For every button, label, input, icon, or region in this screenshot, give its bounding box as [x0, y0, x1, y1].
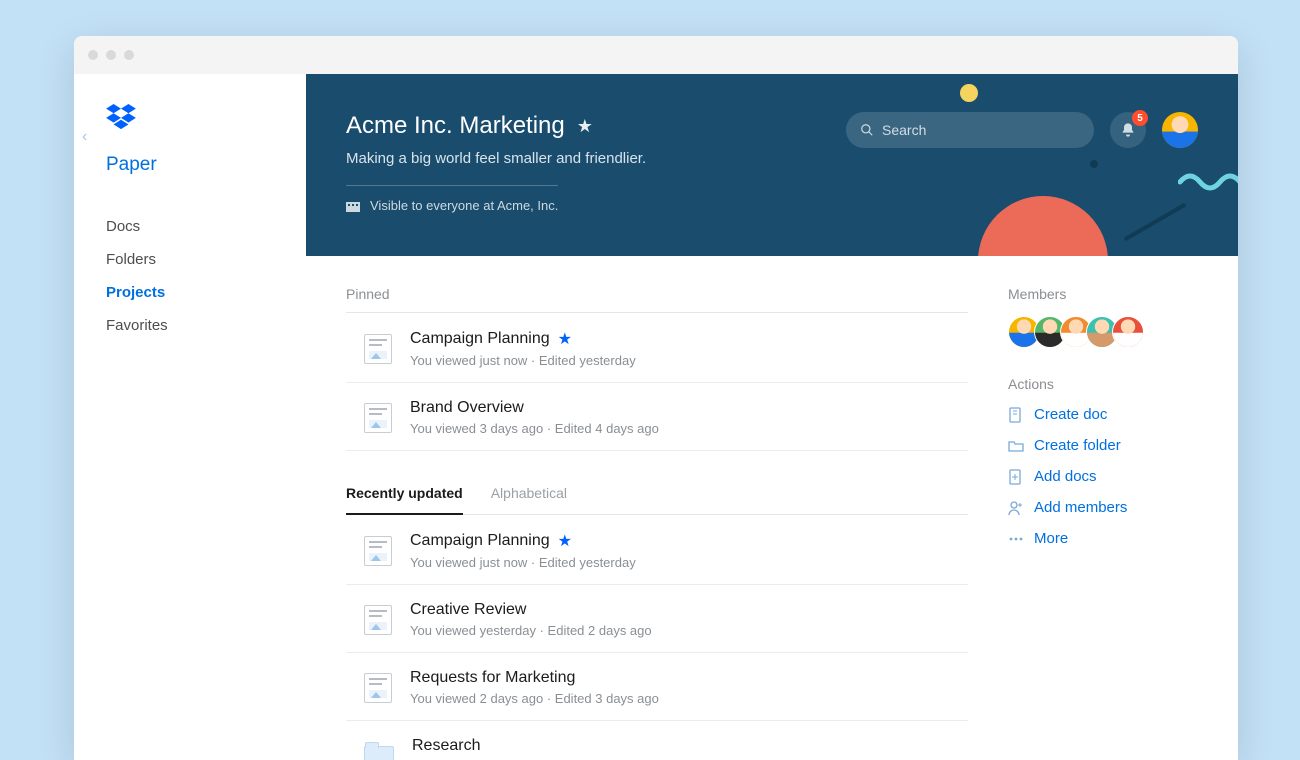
action-create-doc[interactable]: Create doc	[1008, 406, 1208, 423]
doc-meta-text: You viewed 3 days ago · Edited 4 days ag…	[410, 421, 659, 436]
decor-line-icon	[1124, 203, 1187, 241]
notifications-badge: 5	[1132, 110, 1148, 126]
doc-title: Campaign Planning	[410, 532, 550, 550]
sidebar-item-docs[interactable]: Docs	[106, 210, 282, 243]
doc-meta-text: You viewed yesterday · Edited 2 days ago	[410, 623, 652, 638]
recent-doc-item[interactable]: Campaign Planning ★ You viewed just now …	[346, 515, 968, 585]
project-visibility-text: Visible to everyone at Acme, Inc.	[370, 198, 558, 213]
project-hero: Acme Inc. Marketing ★ Making a big world…	[306, 74, 1238, 256]
sidebar: ‹ Paper Docs Folders Projects Favorites	[74, 74, 306, 760]
action-label: Create doc	[1034, 406, 1107, 423]
pinned-doc-item[interactable]: Brand Overview You viewed 3 days ago · E…	[346, 383, 968, 451]
doc-meta-text: You viewed just now · Edited yesterday	[410, 555, 636, 570]
building-icon	[346, 200, 360, 212]
dropbox-logo-icon[interactable]	[106, 104, 136, 130]
notifications-button[interactable]: 5	[1110, 112, 1146, 148]
doc-icon	[364, 673, 392, 703]
tab-recently-updated[interactable]: Recently updated	[346, 485, 463, 515]
decor-wave-icon	[1178, 170, 1238, 192]
doc-title: Creative Review	[410, 601, 526, 619]
doc-title: Requests for Marketing	[410, 669, 575, 687]
action-label: Create folder	[1034, 437, 1121, 454]
traffic-light-zoom[interactable]	[124, 50, 134, 60]
doc-title: Brand Overview	[410, 399, 524, 417]
actions-label: Actions	[1008, 376, 1208, 392]
project-title: Acme Inc. Marketing	[346, 112, 565, 140]
decor-circle-icon	[978, 196, 1108, 256]
doc-icon	[364, 605, 392, 635]
decor-dot-small-icon	[1090, 160, 1098, 168]
doc-meta-text: You viewed 2 days ago · Edited 3 days ag…	[410, 691, 659, 706]
back-caret-icon[interactable]: ‹	[82, 128, 87, 146]
action-label: Add docs	[1034, 468, 1097, 485]
action-add-docs[interactable]: Add docs	[1008, 468, 1208, 485]
recent-doc-item[interactable]: Creative Review You viewed yesterday · E…	[346, 585, 968, 653]
action-create-folder[interactable]: Create folder	[1008, 437, 1208, 454]
project-description: Making a big world feel smaller and frie…	[346, 150, 1198, 167]
star-filled-icon[interactable]: ★	[558, 329, 572, 349]
pinned-section-label: Pinned	[346, 286, 968, 302]
members-label: Members	[1008, 286, 1208, 302]
person-plus-icon	[1008, 500, 1024, 516]
member-avatars[interactable]	[1008, 316, 1208, 348]
doc-icon	[364, 536, 392, 566]
doc-icon	[364, 403, 392, 433]
app-brand[interactable]: Paper	[106, 154, 282, 176]
document-list-panel: Pinned Campaign Planning ★ You viewed ju…	[306, 256, 1008, 760]
tab-alphabetical[interactable]: Alphabetical	[491, 485, 567, 514]
browser-window: ‹ Paper Docs Folders Projects Favorites	[74, 36, 1238, 760]
action-more[interactable]: More	[1008, 530, 1208, 547]
member-avatar[interactable]	[1112, 316, 1144, 348]
doc-icon	[364, 334, 392, 364]
window-chrome-bar	[74, 36, 1238, 74]
doc-plus-icon	[1008, 407, 1024, 423]
search-input[interactable]	[882, 122, 1080, 138]
recent-doc-item[interactable]: Requests for Marketing You viewed 2 days…	[346, 653, 968, 721]
star-filled-icon[interactable]: ★	[558, 531, 572, 551]
action-label: More	[1034, 530, 1068, 547]
dots-icon	[1008, 531, 1024, 547]
action-add-members[interactable]: Add members	[1008, 499, 1208, 516]
traffic-light-minimize[interactable]	[106, 50, 116, 60]
action-label: Add members	[1034, 499, 1127, 516]
traffic-light-close[interactable]	[88, 50, 98, 60]
decor-dot-icon	[960, 84, 978, 102]
right-column: Members Actions Create doc	[1008, 256, 1238, 760]
doc-title: Campaign Planning	[410, 330, 550, 348]
pinned-doc-item[interactable]: Campaign Planning ★ You viewed just now …	[346, 313, 968, 383]
bell-icon	[1120, 122, 1136, 138]
doc-meta-text: You viewed just now · Edited yesterday	[410, 353, 636, 368]
user-avatar[interactable]	[1162, 112, 1198, 148]
folder-icon	[364, 746, 394, 760]
sidebar-nav: Docs Folders Projects Favorites	[106, 210, 282, 342]
doc-title: Research	[412, 737, 480, 755]
sort-tabs: Recently updated Alphabetical	[346, 485, 968, 515]
sidebar-item-folders[interactable]: Folders	[106, 243, 282, 276]
doc-add-icon	[1008, 469, 1024, 485]
recent-folder-item[interactable]: Research 12 docs and 2 folders	[346, 721, 968, 760]
search-icon	[860, 123, 874, 137]
star-outline-icon[interactable]: ★	[577, 116, 593, 137]
folder-plus-icon	[1008, 438, 1024, 454]
sidebar-item-favorites[interactable]: Favorites	[106, 309, 282, 342]
search-field[interactable]	[846, 112, 1094, 148]
sidebar-item-projects[interactable]: Projects	[106, 276, 282, 309]
